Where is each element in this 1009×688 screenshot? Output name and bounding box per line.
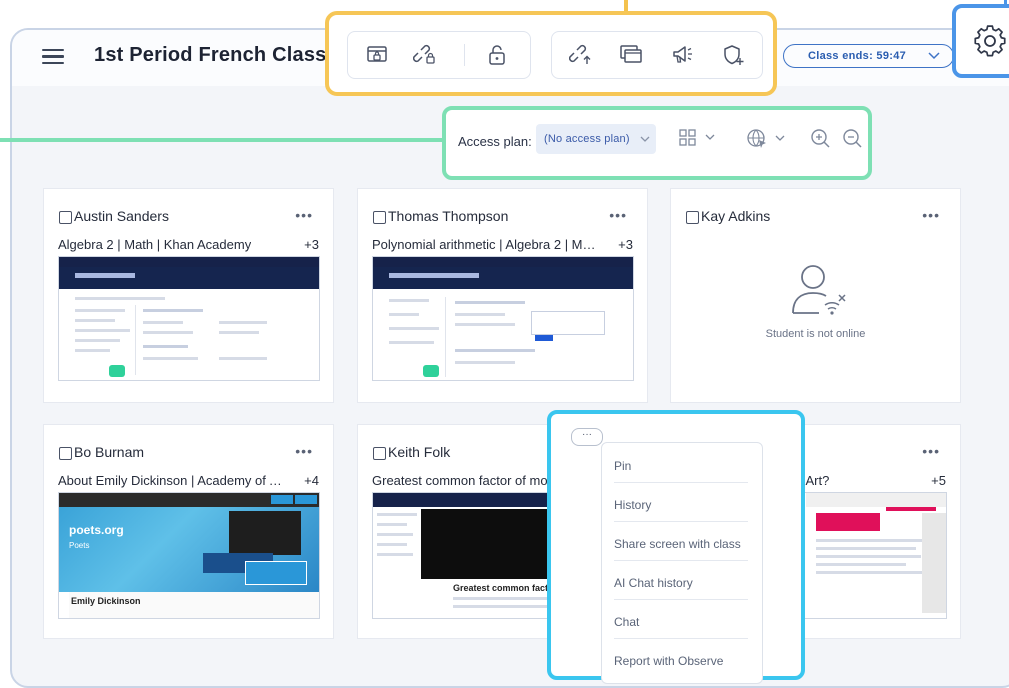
unlock-icon[interactable] (482, 40, 512, 70)
tab-count-badge: +5 (931, 473, 946, 488)
screen-thumbnail[interactable] (372, 256, 634, 381)
page-title: 1st Period French Class (94, 44, 327, 66)
divider (614, 560, 748, 561)
more-options-icon[interactable]: ••• (295, 443, 313, 459)
more-options-icon[interactable]: ••• (922, 207, 940, 223)
student-checkbox[interactable] (373, 447, 386, 460)
student-checkbox[interactable] (373, 211, 386, 224)
menu-item-share-screen[interactable]: Share screen with class (614, 537, 741, 551)
student-offline-icon (792, 265, 846, 315)
divider (614, 599, 748, 600)
web-filter-icon[interactable] (746, 128, 792, 155)
access-plan-select[interactable]: (No access plan) (536, 124, 656, 154)
screen-thumbnail[interactable] (58, 256, 320, 381)
screen-thumbnail[interactable]: poets.org Poets Emily Dickinson (58, 492, 320, 619)
toolbar-divider (464, 44, 465, 66)
student-name: Keith Folk (388, 444, 451, 460)
active-tab-title: About Emily Dickinson | Academy of Amer.… (58, 473, 286, 488)
open-link-icon[interactable] (566, 40, 596, 70)
add-shield-icon[interactable] (718, 40, 748, 70)
more-options-icon[interactable]: ••• (295, 207, 313, 223)
lock-screen-icon[interactable] (362, 40, 392, 70)
thumb-logo: poets.org (69, 523, 124, 537)
more-options-icon[interactable]: ••• (609, 207, 627, 223)
access-plan-value: (No access plan) (544, 133, 630, 145)
menu-item-ai-chat-history[interactable]: AI Chat history (614, 576, 693, 590)
class-ends-dropdown[interactable]: Class ends: 59:47 (783, 44, 954, 68)
toolbar (325, 11, 777, 96)
tab-count-badge: +3 (304, 237, 319, 252)
student-card[interactable]: Austin Sanders ••• Algebra 2 | Math | Kh… (43, 188, 334, 403)
zoom-in-icon[interactable] (810, 128, 832, 155)
offline-status: Student is not online (765, 328, 866, 340)
hamburger-menu-icon[interactable] (42, 46, 64, 65)
tool-group-actions (551, 31, 763, 79)
class-ends-label: Class ends: 59:47 (808, 50, 907, 62)
more-options-icon[interactable]: ••• (922, 443, 940, 459)
thumb-heading: Emily Dickinson (71, 596, 141, 606)
close-tabs-icon[interactable] (616, 40, 646, 70)
tool-group-lock (347, 31, 531, 79)
callout-line (0, 138, 443, 142)
student-checkbox[interactable] (59, 211, 72, 224)
chevron-down-icon (640, 136, 650, 142)
context-menu: Pin History Share screen with class AI C… (601, 442, 763, 684)
student-checkbox[interactable] (59, 447, 72, 460)
access-plan-label: Access plan: (458, 134, 532, 149)
announce-icon[interactable] (668, 40, 698, 70)
student-card[interactable]: Bo Burnam ••• About Emily Dickinson | Ac… (43, 424, 334, 639)
student-checkbox[interactable] (686, 211, 699, 224)
access-plan-bar: Access plan: (No access plan) (442, 106, 872, 180)
gear-icon (974, 25, 1006, 57)
student-card[interactable]: Kay Adkins ••• Student is not online (670, 188, 961, 403)
student-name: Bo Burnam (74, 444, 145, 460)
tab-count-badge: +3 (618, 237, 633, 252)
zoom-out-icon[interactable] (842, 128, 864, 155)
active-tab-title: Algebra 2 | Math | Khan Academy (58, 237, 252, 252)
more-options-icon[interactable]: ··· (571, 428, 603, 446)
tab-count-badge: +4 (304, 473, 319, 488)
active-tab-title: rn Art? (791, 473, 830, 488)
menu-item-history[interactable]: History (614, 498, 651, 512)
settings-button[interactable] (952, 4, 1009, 78)
lock-tabs-icon[interactable] (410, 40, 440, 70)
active-tab-title: Polynomial arithmetic | Algebra 2 | Math… (372, 237, 600, 252)
menu-item-chat[interactable]: Chat (614, 615, 639, 629)
context-menu-panel: ··· Pin History Share screen with class … (547, 410, 805, 684)
student-name: Austin Sanders (74, 208, 169, 224)
divider (614, 482, 748, 483)
student-name: Thomas Thompson (388, 208, 509, 224)
divider (614, 521, 748, 522)
student-name: Kay Adkins (701, 208, 771, 224)
menu-item-pin[interactable]: Pin (614, 459, 631, 473)
grid-view-icon[interactable] (678, 128, 720, 153)
chevron-down-icon (928, 52, 940, 60)
divider (614, 638, 748, 639)
student-card[interactable]: Thomas Thompson ••• Polynomial arithmeti… (357, 188, 648, 403)
thumb-subtitle: Poets (69, 541, 90, 550)
